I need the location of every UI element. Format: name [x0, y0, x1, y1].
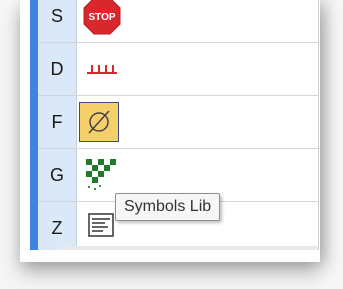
- row-key: G: [38, 149, 77, 201]
- dashed-line-icon[interactable]: [82, 51, 122, 87]
- panel-bottom-edge: [60, 246, 318, 250]
- row-key: Z: [38, 202, 77, 250]
- row-key: D: [38, 43, 77, 95]
- empty-set-icon[interactable]: [79, 102, 119, 142]
- stage: S STOP D F G Z Symbols Lib: [0, 0, 343, 289]
- list-item[interactable]: D: [38, 43, 318, 96]
- tooltip: Symbols Lib: [115, 193, 221, 221]
- row-key: S: [38, 0, 77, 42]
- list-item[interactable]: F: [38, 96, 318, 149]
- checker-pattern-icon[interactable]: [82, 157, 122, 193]
- left-accent-strip: [30, 0, 38, 250]
- list-item[interactable]: S STOP: [38, 0, 318, 43]
- stop-sign-icon[interactable]: STOP: [82, 0, 122, 35]
- row-key: F: [38, 96, 77, 148]
- stop-sign-text: STOP: [88, 12, 115, 23]
